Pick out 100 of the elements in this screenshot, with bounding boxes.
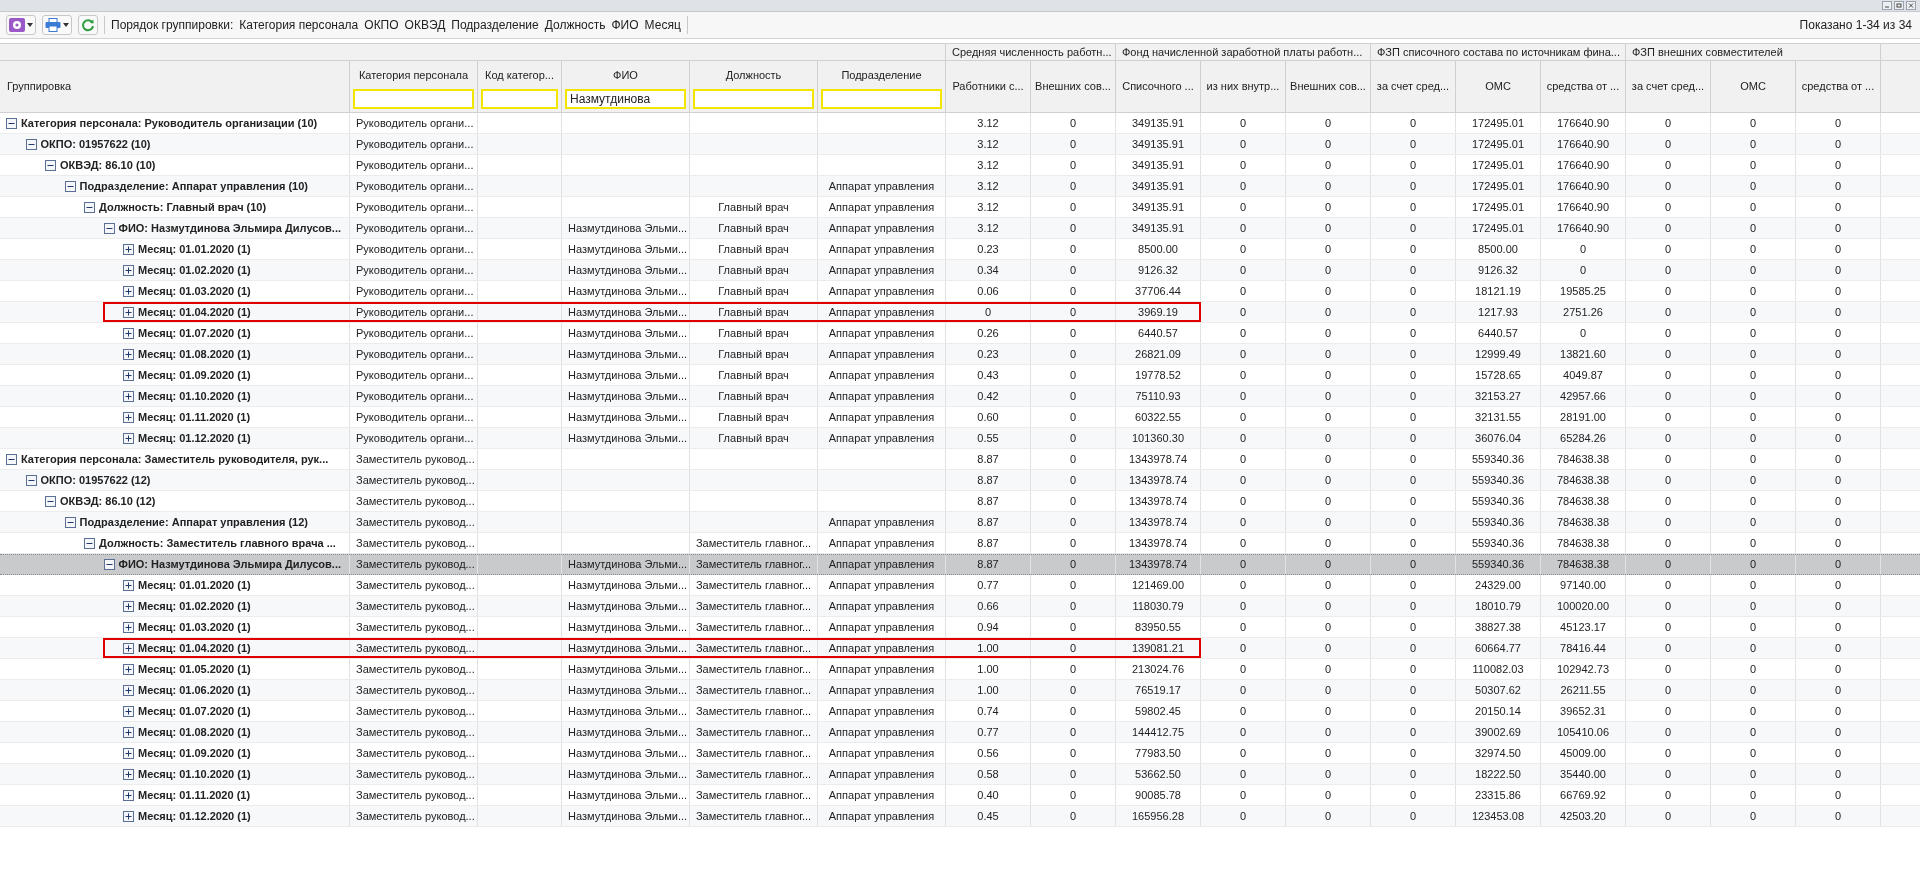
- table-row[interactable]: Подразделение: Аппарат управления (12) Заместитель руковод... Аппарат управления 8.87 0 1343978.74 0 0 0 559340.36 784638.38 0 0 0: [0, 512, 1920, 533]
- plus-box-icon[interactable]: [123, 705, 134, 717]
- plus-box-icon[interactable]: [123, 579, 134, 591]
- table-row[interactable]: Должность: Заместитель главного врача ... Заместитель руковод... Заместитель главног... Аппарат управления 8.87 0 1343978.74 0 0 0 559340.36 784638.38 0 0 0: [0, 533, 1920, 554]
- refresh-button[interactable]: [78, 15, 98, 35]
- table-row[interactable]: Месяц: 01.12.2020 (1) Заместитель руковод... Назмутдинова Эльми... Заместитель главног... Аппарат управления 0.45 0 165956.28 0 0 0 123453.08 42503.20 0 0 0: [0, 806, 1920, 827]
- minus-box-icon[interactable]: [64, 180, 76, 192]
- column-header[interactable]: за счет сред...: [1371, 61, 1456, 112]
- table-row[interactable]: Месяц: 01.03.2020 (1) Руководитель органи... Назмутдинова Эльми... Главный врач Аппарат управления 0.06 0 37706.44 0 0 0 18121.19 19585.25 0 0 0: [0, 281, 1920, 302]
- settings-button[interactable]: [6, 15, 36, 35]
- table-row[interactable]: Должность: Главный врач (10) Руководитель органи... Главный врач Аппарат управления 3.12 0 349135.91 0 0 0 172495.01 176640.90 0 0 0: [0, 197, 1920, 218]
- table-row[interactable]: ОКВЭД: 86.10 (10) Руководитель органи... 3.12 0 349135.91 0 0 0 172495.01 176640.90 0 0 0: [0, 155, 1920, 176]
- table-row[interactable]: Месяц: 01.01.2020 (1) Заместитель руковод... Назмутдинова Эльми... Заместитель главног... Аппарат управления 0.77 0 121469.00 0 0 0 24329.00 97140.00 0 0 0: [0, 575, 1920, 596]
- column-header[interactable]: ФИО: [562, 61, 689, 89]
- minus-box-icon[interactable]: [45, 159, 56, 171]
- column-header[interactable]: Группировка: [0, 61, 350, 112]
- table-row[interactable]: Месяц: 01.10.2020 (1) Руководитель органи... Назмутдинова Эльми... Главный врач Аппарат управления 0.42 0 75110.93 0 0 0 32153.27 42957.66 0 0 0: [0, 386, 1920, 407]
- grouping-field[interactable]: ОКВЭД: [404, 16, 446, 34]
- table-row[interactable]: Месяц: 01.11.2020 (1) Заместитель руковод... Назмутдинова Эльми... Заместитель главног... Аппарат управления 0.40 0 90085.78 0 0 0 23315.86 66769.92 0 0 0: [0, 785, 1920, 806]
- column-header[interactable]: Внешних сов...: [1286, 61, 1371, 112]
- grouping-field[interactable]: Категория персонала: [239, 16, 359, 34]
- minus-box-icon[interactable]: [6, 117, 17, 129]
- column-header[interactable]: Должность: [690, 61, 817, 89]
- table-row[interactable]: Месяц: 01.05.2020 (1) Заместитель руковод... Назмутдинова Эльми... Заместитель главног... Аппарат управления 1.00 0 213024.76 0 0 0 110082.03 102942.73 0 0 0: [0, 659, 1920, 680]
- column-header[interactable]: средства от ...: [1796, 61, 1881, 112]
- plus-box-icon[interactable]: [123, 411, 134, 423]
- minus-box-icon[interactable]: [25, 474, 37, 486]
- plus-box-icon[interactable]: [123, 432, 134, 444]
- column-header[interactable]: Категория персонала: [350, 61, 477, 89]
- table-row[interactable]: Месяц: 01.04.2020 (1) Заместитель руковод... Назмутдинова Эльми... Заместитель главног... Аппарат управления 1.00 0 139081.21 0 0 0 60664.77 78416.44 0 0 0: [0, 638, 1920, 659]
- table-row[interactable]: Месяц: 01.02.2020 (1) Руководитель органи... Назмутдинова Эльми... Главный врач Аппарат управления 0.34 0 9126.32 0 0 0 9126.32 0 0 0 0: [0, 260, 1920, 281]
- column-header[interactable]: за счет сред...: [1626, 61, 1711, 112]
- filter-field[interactable]: [821, 89, 942, 109]
- minus-box-icon[interactable]: [84, 537, 95, 549]
- table-row[interactable]: Месяц: 01.12.2020 (1) Руководитель органи... Назмутдинова Эльми... Главный врач Аппарат управления 0.55 0 101360.30 0 0 0 36076.04 65284.26 0 0 0: [0, 428, 1920, 449]
- plus-box-icon[interactable]: [123, 327, 134, 339]
- plus-box-icon[interactable]: [123, 243, 134, 255]
- plus-box-icon[interactable]: [123, 285, 134, 297]
- table-row[interactable]: Месяц: 01.02.2020 (1) Заместитель руковод... Назмутдинова Эльми... Заместитель главног... Аппарат управления 0.66 0 118030.79 0 0 0 18010.79 100020.00 0 0 0: [0, 596, 1920, 617]
- grouping-field[interactable]: Должность: [544, 16, 606, 34]
- table-row[interactable]: Месяц: 01.09.2020 (1) Заместитель руковод... Назмутдинова Эльми... Заместитель главног... Аппарат управления 0.56 0 77983.50 0 0 0 32974.50 45009.00 0 0 0: [0, 743, 1920, 764]
- plus-box-icon[interactable]: [123, 810, 134, 822]
- table-row[interactable]: Месяц: 01.04.2020 (1) Руководитель органи... Назмутдинова Эльми... Главный врач Аппарат управления 0 0 3969.19 0 0 0 1217.93 2751.26 0 0 0: [0, 302, 1920, 323]
- column-header[interactable]: ОМС: [1711, 61, 1796, 112]
- table-row[interactable]: Категория персонала: Руководитель организации (10) Руководитель органи... 3.12 0 349135.91 0 0 0 172495.01 176640.90 0 0 0: [0, 113, 1920, 134]
- filter-field[interactable]: [353, 89, 474, 109]
- close-icon[interactable]: [1906, 1, 1916, 10]
- table-row[interactable]: Месяц: 01.07.2020 (1) Руководитель органи... Назмутдинова Эльми... Главный врач Аппарат управления 0.26 0 6440.57 0 0 0 6440.57 0 0 0 0: [0, 323, 1920, 344]
- table-row[interactable]: Месяц: 01.03.2020 (1) Заместитель руковод... Назмутдинова Эльми... Заместитель главног... Аппарат управления 0.94 0 83950.55 0 0 0 38827.38 45123.17 0 0 0: [0, 617, 1920, 638]
- filter-field[interactable]: [481, 89, 558, 109]
- table-row[interactable]: ОКПО: 01957622 (12) Заместитель руковод... 8.87 0 1343978.74 0 0 0 559340.36 784638.38 0 0 0: [0, 470, 1920, 491]
- column-header[interactable]: средства от ...: [1541, 61, 1626, 112]
- table-row[interactable]: Месяц: 01.10.2020 (1) Заместитель руковод... Назмутдинова Эльми... Заместитель главног... Аппарат управления 0.58 0 53662.50 0 0 0 18222.50 35440.00 0 0 0: [0, 764, 1920, 785]
- table-row[interactable]: Месяц: 01.08.2020 (1) Заместитель руковод... Назмутдинова Эльми... Заместитель главног... Аппарат управления 0.77 0 144412.75 0 0 0 39002.69 105410.06 0 0 0: [0, 722, 1920, 743]
- plus-box-icon[interactable]: [123, 768, 134, 780]
- column-header[interactable]: Работники с...: [946, 61, 1031, 112]
- table-row[interactable]: Месяц: 01.07.2020 (1) Заместитель руковод... Назмутдинова Эльми... Заместитель главног... Аппарат управления 0.74 0 59802.45 0 0 0 20150.14 39652.31 0 0 0: [0, 701, 1920, 722]
- plus-box-icon[interactable]: [123, 600, 134, 612]
- grouping-field[interactable]: Месяц: [644, 16, 681, 34]
- table-row[interactable]: Категория персонала: Заместитель руководителя, рук... Заместитель руковод... 8.87 0 1343978.74 0 0 0 559340.36 784638.38 0 0 0: [0, 449, 1920, 470]
- column-header[interactable]: Списочного ...: [1116, 61, 1201, 112]
- filter-field[interactable]: [693, 89, 814, 109]
- table-row[interactable]: Месяц: 01.11.2020 (1) Руководитель органи... Назмутдинова Эльми... Главный врач Аппарат управления 0.60 0 60322.55 0 0 0 32131.55 28191.00 0 0 0: [0, 407, 1920, 428]
- minus-box-icon[interactable]: [45, 495, 56, 507]
- column-header[interactable]: Подразделение: [818, 61, 945, 89]
- print-button[interactable]: [42, 15, 72, 35]
- minus-box-icon[interactable]: [103, 559, 115, 570]
- filter-field[interactable]: Назмутдинова: [565, 89, 686, 109]
- column-header[interactable]: ОМС: [1456, 61, 1541, 112]
- table-row[interactable]: Подразделение: Аппарат управления (10) Руководитель органи... Аппарат управления 3.12 0 349135.91 0 0 0 172495.01 176640.90 0 0 0: [0, 176, 1920, 197]
- table-row[interactable]: Месяц: 01.08.2020 (1) Руководитель органи... Назмутдинова Эльми... Главный врач Аппарат управления 0.23 0 26821.09 0 0 0 12999.49 13821.60 0 0 0: [0, 344, 1920, 365]
- grouping-field[interactable]: Подразделение: [451, 16, 539, 34]
- minus-box-icon[interactable]: [64, 516, 76, 528]
- minus-box-icon[interactable]: [84, 201, 95, 213]
- table-row[interactable]: ФИО: Назмутдинова Эльмира Дилусов... Руководитель органи... Назмутдинова Эльми... Главный врач Аппарат управления 3.12 0 349135.91 0 0 0 172495.01 176640.90 0 0 0: [0, 218, 1920, 239]
- plus-box-icon[interactable]: [123, 642, 134, 654]
- column-header[interactable]: из них внутр...: [1201, 61, 1286, 112]
- column-header[interactable]: Код категор...: [478, 61, 561, 89]
- table-row[interactable]: ОКВЭД: 86.10 (12) Заместитель руковод... 8.87 0 1343978.74 0 0 0 559340.36 784638.38 0 0 0: [0, 491, 1920, 512]
- table-row[interactable]: Месяц: 01.09.2020 (1) Руководитель органи... Назмутдинова Эльми... Главный врач Аппарат управления 0.43 0 19778.52 0 0 0 15728.65 4049.87 0 0 0: [0, 365, 1920, 386]
- plus-box-icon[interactable]: [123, 789, 134, 801]
- plus-box-icon[interactable]: [123, 264, 134, 276]
- table-row[interactable]: ОКПО: 01957622 (10) Руководитель органи... 3.12 0 349135.91 0 0 0 172495.01 176640.90 0 0 0: [0, 134, 1920, 155]
- plus-box-icon[interactable]: [123, 369, 134, 381]
- plus-box-icon[interactable]: [123, 621, 134, 633]
- minus-box-icon[interactable]: [103, 222, 115, 234]
- plus-box-icon[interactable]: [123, 390, 134, 402]
- minus-box-icon[interactable]: [6, 453, 17, 465]
- maximize-icon[interactable]: [1894, 1, 1904, 10]
- table-row[interactable]: Месяц: 01.06.2020 (1) Заместитель руковод... Назмутдинова Эльми... Заместитель главног... Аппарат управления 1.00 0 76519.17 0 0 0 50307.62 26211.55 0 0 0: [0, 680, 1920, 701]
- grouping-field[interactable]: ОКПО: [364, 16, 399, 34]
- plus-box-icon[interactable]: [123, 747, 134, 759]
- plus-box-icon[interactable]: [123, 306, 134, 318]
- grouping-field[interactable]: ФИО: [611, 16, 639, 34]
- plus-box-icon[interactable]: [123, 684, 134, 696]
- table-row[interactable]: ФИО: Назмутдинова Эльмира Дилусов... Заместитель руковод... Назмутдинова Эльми... Заместитель главног... Аппарат управления 8.87 0 1343978.74 0 0 0 559340.36 784638.38 0 0 0: [0, 554, 1920, 575]
- table-row[interactable]: Месяц: 01.01.2020 (1) Руководитель органи... Назмутдинова Эльми... Главный врач Аппарат управления 0.23 0 8500.00 0 0 0 8500.00 0 0 0 0: [0, 239, 1920, 260]
- column-header[interactable]: Внешних сов...: [1031, 61, 1116, 112]
- plus-box-icon[interactable]: [123, 348, 134, 360]
- plus-box-icon[interactable]: [123, 663, 134, 675]
